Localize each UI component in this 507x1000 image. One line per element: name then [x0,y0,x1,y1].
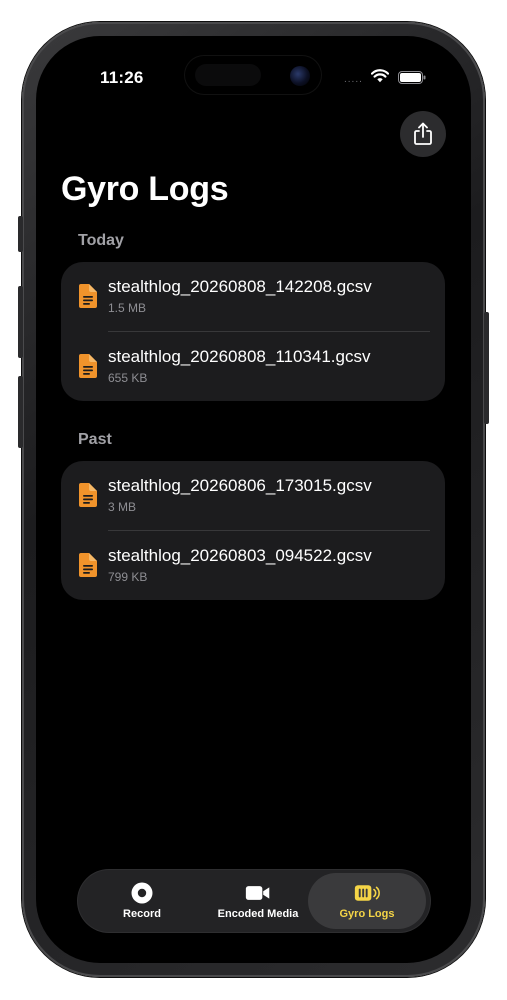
cellular-signal-icon: ..... [344,74,363,85]
file-row[interactable]: stealthlog_20260806_173015.gcsv 3 MB [61,461,445,530]
front-camera [290,66,310,86]
document-icon [79,553,97,577]
file-row[interactable]: stealthlog_20260808_142208.gcsv 1.5 MB [61,262,445,331]
section-header-past: Past [78,431,112,448]
power-button [484,312,489,424]
tab-label: Record [123,908,161,920]
document-icon [79,483,97,507]
video-camera-icon [245,886,270,900]
file-size: 1.5 MB [108,301,147,315]
tab-label: Encoded Media [217,908,299,920]
volume-down-button [18,376,23,448]
file-size: 655 KB [108,371,148,385]
file-list-past: stealthlog_20260806_173015.gcsv 3 MB ste… [61,461,445,600]
tab-record[interactable]: Record [86,870,198,932]
file-list-today: stealthlog_20260808_142208.gcsv 1.5 MB s… [61,262,445,401]
file-name: stealthlog_20260806_173015.gcsv [108,476,372,495]
status-time: 11:26 [100,68,144,87]
action-button [18,216,23,252]
file-name: stealthlog_20260808_110341.gcsv [108,347,371,366]
tab-gyro-logs[interactable]: Gyro Logs [308,873,426,929]
battery-icon [398,71,426,84]
share-button[interactable] [400,111,446,157]
tab-bar: Record Encoded Media Gyro Logs [78,870,430,932]
screen: 11:26 ..... Gyro Logs Today stealthlog_2… [36,36,471,963]
document-icon [79,284,97,308]
record-icon [131,882,153,904]
file-name: stealthlog_20260808_142208.gcsv [108,277,372,296]
gyro-log-icon [354,885,380,901]
tab-label: Gyro Logs [339,908,395,920]
section-header-today: Today [78,232,124,249]
file-name: stealthlog_20260803_094522.gcsv [108,546,372,565]
file-size: 3 MB [108,500,137,514]
file-size: 799 KB [108,570,148,584]
document-icon [79,354,97,378]
wifi-icon [371,69,389,83]
volume-up-button [18,286,23,358]
file-row[interactable]: stealthlog_20260803_094522.gcsv 799 KB [61,531,445,600]
tab-encoded-media[interactable]: Encoded Media [202,870,314,932]
file-row[interactable]: stealthlog_20260808_110341.gcsv 655 KB [61,332,445,401]
share-icon [414,122,432,145]
page-title: Gyro Logs [61,170,229,208]
